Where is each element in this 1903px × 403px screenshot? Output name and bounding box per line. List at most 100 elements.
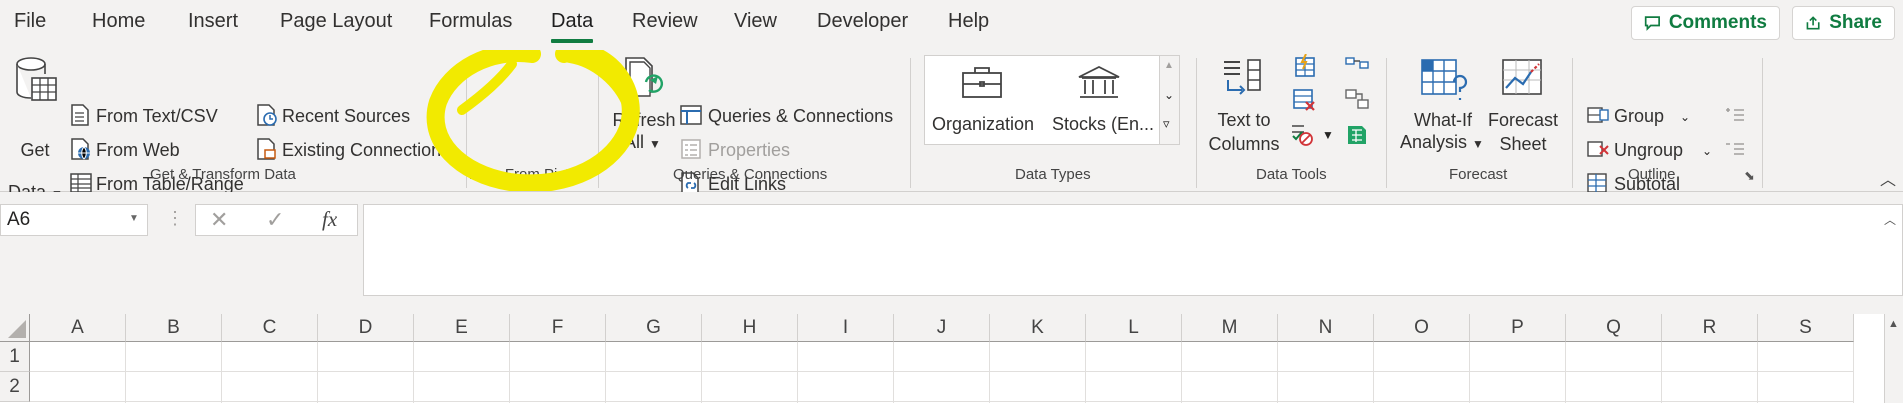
- stocks-label: Stocks (En...: [1052, 114, 1155, 134]
- column-header-r[interactable]: R: [1662, 314, 1758, 342]
- chevron-down-icon[interactable]: ⌄: [1702, 144, 1712, 158]
- forecast-sheet-button[interactable]: [1500, 56, 1546, 109]
- grid-column-line: [797, 342, 798, 403]
- tab-help[interactable]: Help: [948, 10, 989, 33]
- group-button[interactable]: Group: [1614, 106, 1664, 127]
- from-web-button[interactable]: From Web: [96, 140, 180, 161]
- vertical-scrollbar[interactable]: ▲: [1884, 314, 1903, 403]
- from-text-csv-button[interactable]: From Text/CSV: [96, 106, 218, 127]
- organization-button[interactable]: Organization: [932, 64, 1036, 140]
- text-to-columns-label-1: Text to: [1217, 110, 1271, 130]
- table-icon: [70, 173, 92, 193]
- column-header-b[interactable]: B: [126, 314, 222, 342]
- group-divider: [910, 58, 911, 188]
- chevron-down-icon[interactable]: ⌄: [1680, 110, 1690, 124]
- grid-column-line: [893, 342, 894, 403]
- tab-review[interactable]: Review: [632, 10, 698, 33]
- share-label: Share: [1829, 12, 1882, 33]
- recent-sources-icon: [257, 104, 277, 126]
- column-header-g[interactable]: G: [606, 314, 702, 342]
- ungroup-button[interactable]: Ungroup: [1614, 140, 1683, 161]
- data-validation-icon: [1292, 125, 1313, 146]
- what-if-analysis-button[interactable]: [1420, 56, 1468, 109]
- stocks-button[interactable]: Stocks (En...: [1050, 64, 1154, 140]
- text-to-columns-label-2: Columns: [1208, 134, 1280, 154]
- dialog-launcher-icon[interactable]: ⬊: [1744, 168, 1755, 184]
- scroll-up-icon[interactable]: ▲: [1888, 318, 1899, 330]
- grid-column-line: [509, 342, 510, 403]
- grid-column-line: [605, 342, 606, 403]
- tab-developer[interactable]: Developer: [817, 10, 908, 33]
- existing-connections-icon: [257, 138, 276, 160]
- tab-data[interactable]: Data: [551, 10, 593, 33]
- get-data-label-1: Get: [20, 140, 50, 160]
- cancel-icon[interactable]: ✕: [210, 207, 228, 233]
- manage-data-model-icon: [1348, 126, 1366, 144]
- spreadsheet-grid: ABCDEFGHIJKLMNOPQRS 12 ▲: [0, 301, 1903, 403]
- column-header-i[interactable]: I: [798, 314, 894, 342]
- tab-file[interactable]: File: [14, 10, 46, 33]
- tab-page-layout[interactable]: Page Layout: [280, 10, 392, 33]
- column-header-k[interactable]: K: [990, 314, 1086, 342]
- column-header-l[interactable]: L: [1086, 314, 1182, 342]
- column-header-d[interactable]: D: [318, 314, 414, 342]
- formula-input[interactable]: ︿: [363, 204, 1903, 296]
- grid-column-line: [1085, 342, 1086, 403]
- collapse-ribbon-icon[interactable]: ︿: [1880, 166, 1896, 190]
- grid-column-line: [1181, 342, 1182, 403]
- tab-insert[interactable]: Insert: [188, 10, 238, 33]
- row-header-1[interactable]: 1: [0, 342, 30, 372]
- share-button[interactable]: Share: [1792, 6, 1895, 40]
- grid-column-line: [1757, 342, 1758, 403]
- collapse-formula-icon[interactable]: ︿: [1884, 211, 1896, 228]
- bank-building-icon: [1078, 65, 1120, 98]
- enter-icon[interactable]: ✓: [266, 207, 284, 233]
- grid-column-line: [1853, 342, 1854, 403]
- formula-bar-area: A6 ▼ ⋮ ✕ ✓ fx ︿: [0, 192, 1903, 301]
- grid-column-line: [413, 342, 414, 403]
- text-to-columns-button[interactable]: [1220, 56, 1270, 111]
- ribbon-tab-bar: File Home Insert Page Layout Formulas Da…: [0, 0, 1903, 50]
- select-all-button[interactable]: [0, 314, 30, 342]
- row-header-2[interactable]: 2: [0, 372, 30, 402]
- column-header-s[interactable]: S: [1758, 314, 1854, 342]
- tab-formulas[interactable]: Formulas: [429, 10, 512, 33]
- recent-sources-button[interactable]: Recent Sources: [282, 106, 410, 127]
- comment-icon: [1644, 16, 1660, 31]
- forecast-sheet-label-2: Sheet: [1499, 134, 1547, 154]
- group-divider: [1196, 58, 1197, 188]
- comments-button[interactable]: Comments: [1631, 6, 1780, 40]
- tab-home[interactable]: Home: [92, 10, 145, 33]
- name-box-dropdown-icon[interactable]: ▼: [129, 213, 139, 224]
- properties-button[interactable]: Properties: [708, 140, 790, 161]
- name-box[interactable]: A6 ▼: [0, 204, 148, 236]
- group-label-data-types: Data Types: [1015, 166, 1091, 183]
- gallery-down-icon[interactable]: ⌄: [1164, 88, 1174, 102]
- insert-function-icon[interactable]: fx: [322, 207, 337, 232]
- name-box-value: A6: [7, 209, 31, 230]
- grid-column-line: [1277, 342, 1278, 403]
- column-header-o[interactable]: O: [1374, 314, 1470, 342]
- column-header-q[interactable]: Q: [1566, 314, 1662, 342]
- column-header-j[interactable]: J: [894, 314, 990, 342]
- get-data-button[interactable]: [14, 56, 60, 111]
- column-header-n[interactable]: N: [1278, 314, 1374, 342]
- gallery-up-icon[interactable]: ▲: [1164, 60, 1174, 71]
- subtotal-icon: [1587, 173, 1607, 193]
- group-label-data-tools: Data Tools: [1256, 166, 1327, 183]
- column-header-m[interactable]: M: [1182, 314, 1278, 342]
- column-header-f[interactable]: F: [510, 314, 606, 342]
- column-header-a[interactable]: A: [30, 314, 126, 342]
- queries-connections-button[interactable]: Queries & Connections: [708, 106, 893, 127]
- yellow-circle-annotation: [426, 50, 640, 191]
- chevron-down-icon[interactable]: ▼: [1322, 128, 1334, 142]
- gallery-more-icon[interactable]: ▿: [1163, 116, 1170, 132]
- grid-column-line: [701, 342, 702, 403]
- column-header-h[interactable]: H: [702, 314, 798, 342]
- column-header-e[interactable]: E: [414, 314, 510, 342]
- group-divider: [1762, 58, 1763, 188]
- remove-duplicates-icon: [1293, 89, 1315, 111]
- column-header-p[interactable]: P: [1470, 314, 1566, 342]
- tab-view[interactable]: View: [734, 10, 777, 33]
- column-header-c[interactable]: C: [222, 314, 318, 342]
